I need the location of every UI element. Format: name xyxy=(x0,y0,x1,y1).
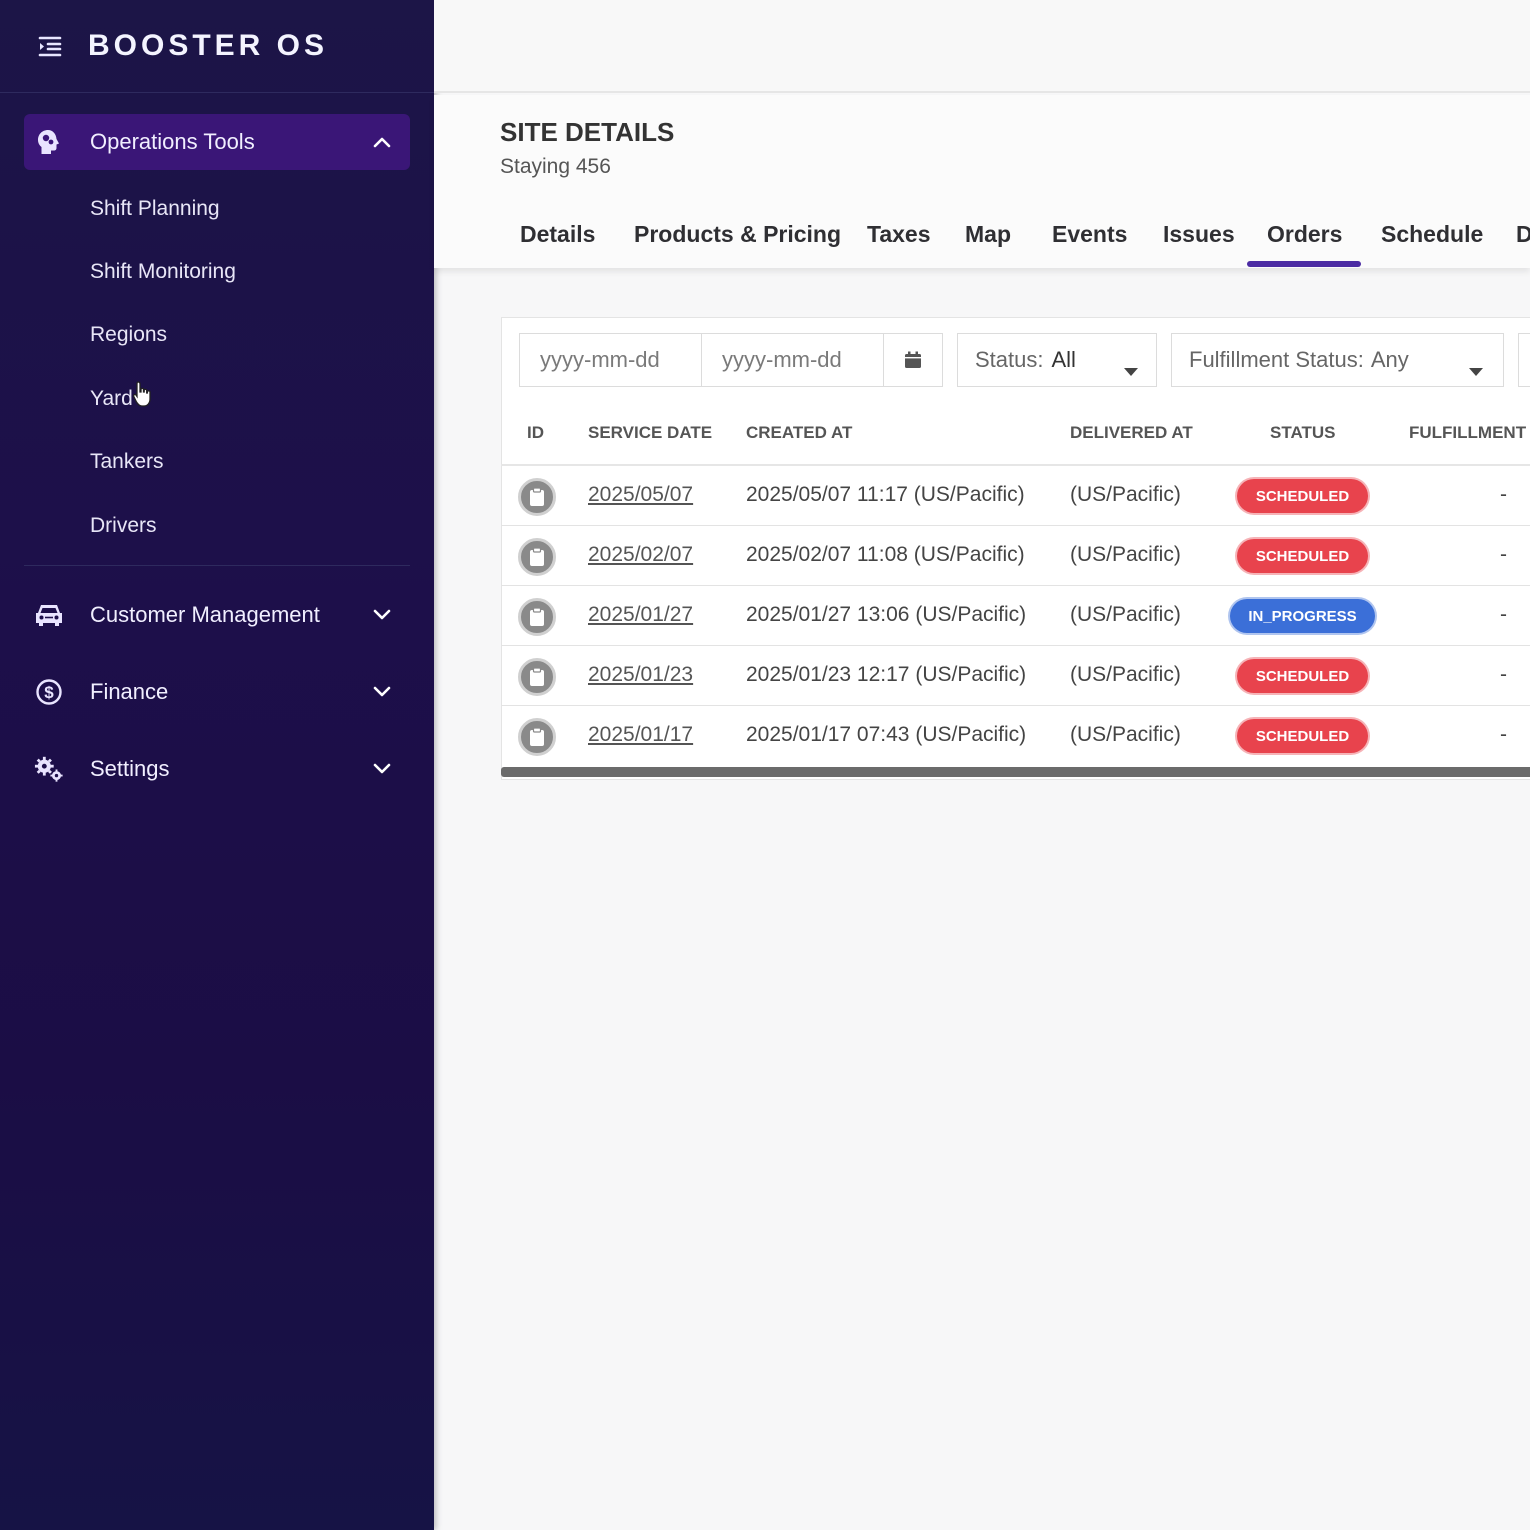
sidebar: BOOSTER OS Operations Tools Shift Planni… xyxy=(0,0,434,1530)
nav-group-settings[interactable]: Settings xyxy=(24,741,410,797)
sidebar-item-regions[interactable]: Regions xyxy=(90,323,167,347)
created-at-cell: 2025/01/17 07:43 (US/Pacific) xyxy=(746,723,1027,746)
column-header-delivered-at[interactable]: DELIVERED AT xyxy=(1070,423,1193,443)
clipboard-icon[interactable] xyxy=(518,478,556,516)
delivered-at-cell: (US/Pacific) xyxy=(1070,663,1181,686)
column-header-fulfillment[interactable]: FULFILLMENT xyxy=(1409,423,1526,443)
sidebar-divider xyxy=(24,565,410,566)
fulfillment-filter-label: Fulfillment Status: xyxy=(1189,347,1364,372)
calendar-icon[interactable] xyxy=(884,351,942,369)
chevron-up-icon xyxy=(370,130,394,154)
clipboard-icon[interactable] xyxy=(518,538,556,576)
sidebar-item-tankers[interactable]: Tankers xyxy=(90,450,164,474)
tab-issues[interactable]: Issues xyxy=(1163,221,1235,248)
status-filter-value: All xyxy=(1051,347,1076,372)
fulfillment-filter-select[interactable]: Fulfillment Status: Any xyxy=(1171,333,1504,387)
table-row[interactable]: 2025/01/17 2025/01/17 07:43 (US/Pacific)… xyxy=(501,706,1530,766)
page-title: SITE DETAILS xyxy=(500,117,675,147)
nav-group-label: Finance xyxy=(90,679,169,704)
tab-details[interactable]: Details xyxy=(520,221,595,248)
chevron-down-icon xyxy=(370,757,394,781)
status-filter-label: Status: xyxy=(975,347,1044,372)
nav-group-customer-management[interactable]: Customer Management xyxy=(24,587,410,643)
created-at-cell: 2025/05/07 11:17 (US/Pacific) xyxy=(746,483,1025,506)
clipboard-icon[interactable] xyxy=(518,658,556,696)
delivered-at-cell: (US/Pacific) xyxy=(1070,483,1181,506)
service-date-link[interactable]: 2025/05/07 xyxy=(588,483,693,507)
car-icon xyxy=(34,600,64,630)
end-date-input[interactable] xyxy=(702,334,884,386)
service-date-link[interactable]: 2025/01/27 xyxy=(588,603,693,627)
status-badge: SCHEDULED xyxy=(1235,537,1370,575)
delivered-at-cell: (US/Pacific) xyxy=(1070,543,1181,566)
tab-schedule[interactable]: Schedule xyxy=(1381,221,1483,248)
created-at-cell: 2025/01/27 13:06 (US/Pacific) xyxy=(746,603,1027,626)
hand-cursor-icon xyxy=(132,380,154,413)
service-date-link[interactable]: 2025/01/17 xyxy=(588,723,693,747)
column-header-created-at[interactable]: CREATED AT xyxy=(746,423,852,443)
nav-group-label: Customer Management xyxy=(90,602,320,627)
table-row[interactable]: 2025/01/27 2025/01/27 13:06 (US/Pacific)… xyxy=(501,586,1530,646)
head-gears-icon xyxy=(34,127,64,157)
nav-group-label: Operations Tools xyxy=(90,129,255,154)
horizontal-scrollbar[interactable] xyxy=(501,767,1530,777)
sidebar-item-shift-monitoring[interactable]: Shift Monitoring xyxy=(90,260,236,284)
chevron-down-icon xyxy=(370,603,394,627)
status-badge: SCHEDULED xyxy=(1235,477,1370,515)
delivered-at-cell: (US/Pacific) xyxy=(1070,723,1181,746)
status-badge: IN_PROGRESS xyxy=(1228,597,1377,635)
status-badge: SCHEDULED xyxy=(1235,657,1370,695)
nav-group-label: Settings xyxy=(90,756,170,781)
caret-down-icon xyxy=(1124,356,1138,382)
dollar-circle-icon: $ xyxy=(34,677,64,707)
tab-events[interactable]: Events xyxy=(1052,221,1127,248)
column-header-service-date[interactable]: SERVICE DATE xyxy=(588,423,712,443)
filter-box-truncated[interactable] xyxy=(1518,333,1530,387)
sidebar-item-yard[interactable]: Yard xyxy=(90,387,133,411)
table-row[interactable]: 2025/05/07 2025/05/07 11:17 (US/Pacific)… xyxy=(501,466,1530,526)
tab-orders[interactable]: Orders xyxy=(1267,221,1342,248)
fulfillment-cell: - xyxy=(1500,483,1507,506)
status-filter-select[interactable]: Status: All xyxy=(957,333,1157,387)
svg-text:$: $ xyxy=(44,683,54,702)
tab-truncated[interactable]: D xyxy=(1516,221,1530,248)
tab-products-pricing[interactable]: Products & Pricing xyxy=(634,221,841,248)
service-date-link[interactable]: 2025/02/07 xyxy=(588,543,693,567)
start-date-input[interactable] xyxy=(520,334,702,386)
clipboard-icon[interactable] xyxy=(518,718,556,756)
app-title: BOOSTER OS xyxy=(88,29,329,62)
nav-group-operations-tools[interactable]: Operations Tools xyxy=(24,114,410,170)
brand-header: BOOSTER OS xyxy=(0,0,434,93)
gears-icon xyxy=(34,754,64,784)
sidebar-item-drivers[interactable]: Drivers xyxy=(90,514,157,538)
column-header-status[interactable]: STATUS xyxy=(1270,423,1335,443)
menu-collapse-icon[interactable] xyxy=(36,32,64,60)
service-date-link[interactable]: 2025/01/23 xyxy=(588,663,693,687)
tab-map[interactable]: Map xyxy=(965,221,1011,248)
chevron-down-icon xyxy=(370,680,394,704)
fulfillment-cell: - xyxy=(1500,723,1507,746)
created-at-cell: 2025/01/23 12:17 (US/Pacific) xyxy=(746,663,1027,686)
page-subtitle: Staying 456 xyxy=(500,155,611,178)
table-row[interactable]: 2025/02/07 2025/02/07 11:08 (US/Pacific)… xyxy=(501,526,1530,586)
fulfillment-cell: - xyxy=(1500,663,1507,686)
nav-group-finance[interactable]: $ Finance xyxy=(24,664,410,720)
column-header-id: ID xyxy=(527,423,544,442)
page-header: SITE DETAILS Staying 456 Details Product… xyxy=(434,95,1530,268)
fulfillment-cell: - xyxy=(1500,603,1507,626)
status-badge: SCHEDULED xyxy=(1235,717,1370,755)
delivered-at-cell: (US/Pacific) xyxy=(1070,603,1181,626)
clipboard-icon[interactable] xyxy=(518,598,556,636)
caret-down-icon xyxy=(1469,356,1483,382)
fulfillment-filter-value: Any xyxy=(1370,347,1409,372)
table-row[interactable]: 2025/01/23 2025/01/23 12:17 (US/Pacific)… xyxy=(501,646,1530,706)
tab-taxes[interactable]: Taxes xyxy=(867,221,931,248)
date-range-filter xyxy=(519,333,943,387)
created-at-cell: 2025/02/07 11:08 (US/Pacific) xyxy=(746,543,1025,566)
fulfillment-cell: - xyxy=(1500,543,1507,566)
top-bar xyxy=(434,0,1530,93)
active-tab-indicator xyxy=(1247,261,1361,267)
sidebar-item-shift-planning[interactable]: Shift Planning xyxy=(90,197,220,221)
